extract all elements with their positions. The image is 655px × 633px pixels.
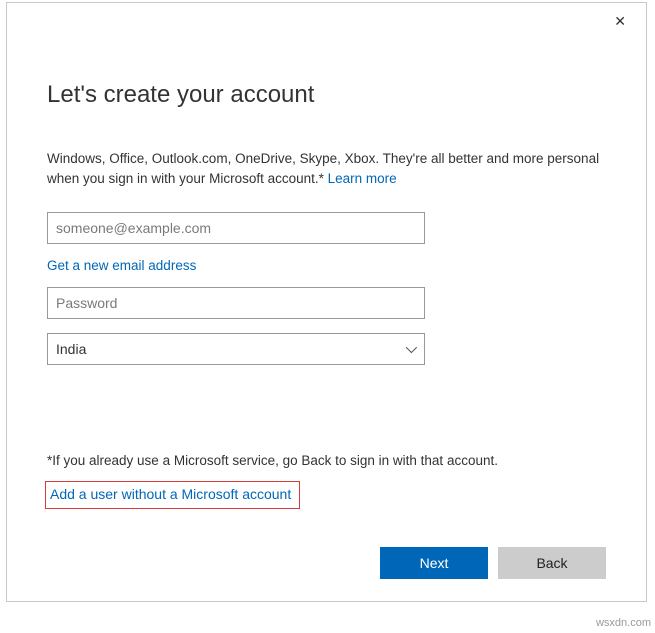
chevron-down-icon: [406, 341, 417, 352]
country-dropdown[interactable]: India: [47, 333, 425, 365]
back-button[interactable]: Back: [498, 547, 606, 579]
get-new-email-link[interactable]: Get a new email address: [47, 258, 606, 273]
country-selected-value: India: [56, 341, 86, 357]
next-button[interactable]: Next: [380, 547, 488, 579]
close-icon[interactable]: ✕: [608, 9, 632, 34]
page-title: Let's create your account: [47, 81, 606, 109]
button-row: Next Back: [380, 547, 606, 579]
description-body: Windows, Office, Outlook.com, OneDrive, …: [47, 151, 599, 186]
email-field[interactable]: [47, 212, 425, 244]
dialog-content: Let's create your account Windows, Offic…: [7, 3, 646, 365]
description-text: Windows, Office, Outlook.com, OneDrive, …: [47, 149, 606, 190]
password-field[interactable]: [47, 287, 425, 319]
dialog-window: ✕ Let's create your account Windows, Off…: [6, 2, 647, 602]
footer-note: *If you already use a Microsoft service,…: [47, 453, 498, 468]
learn-more-link[interactable]: Learn more: [328, 171, 397, 186]
add-user-without-account-link[interactable]: Add a user without a Microsoft account: [45, 481, 300, 509]
watermark: wsxdn.com: [596, 617, 651, 629]
